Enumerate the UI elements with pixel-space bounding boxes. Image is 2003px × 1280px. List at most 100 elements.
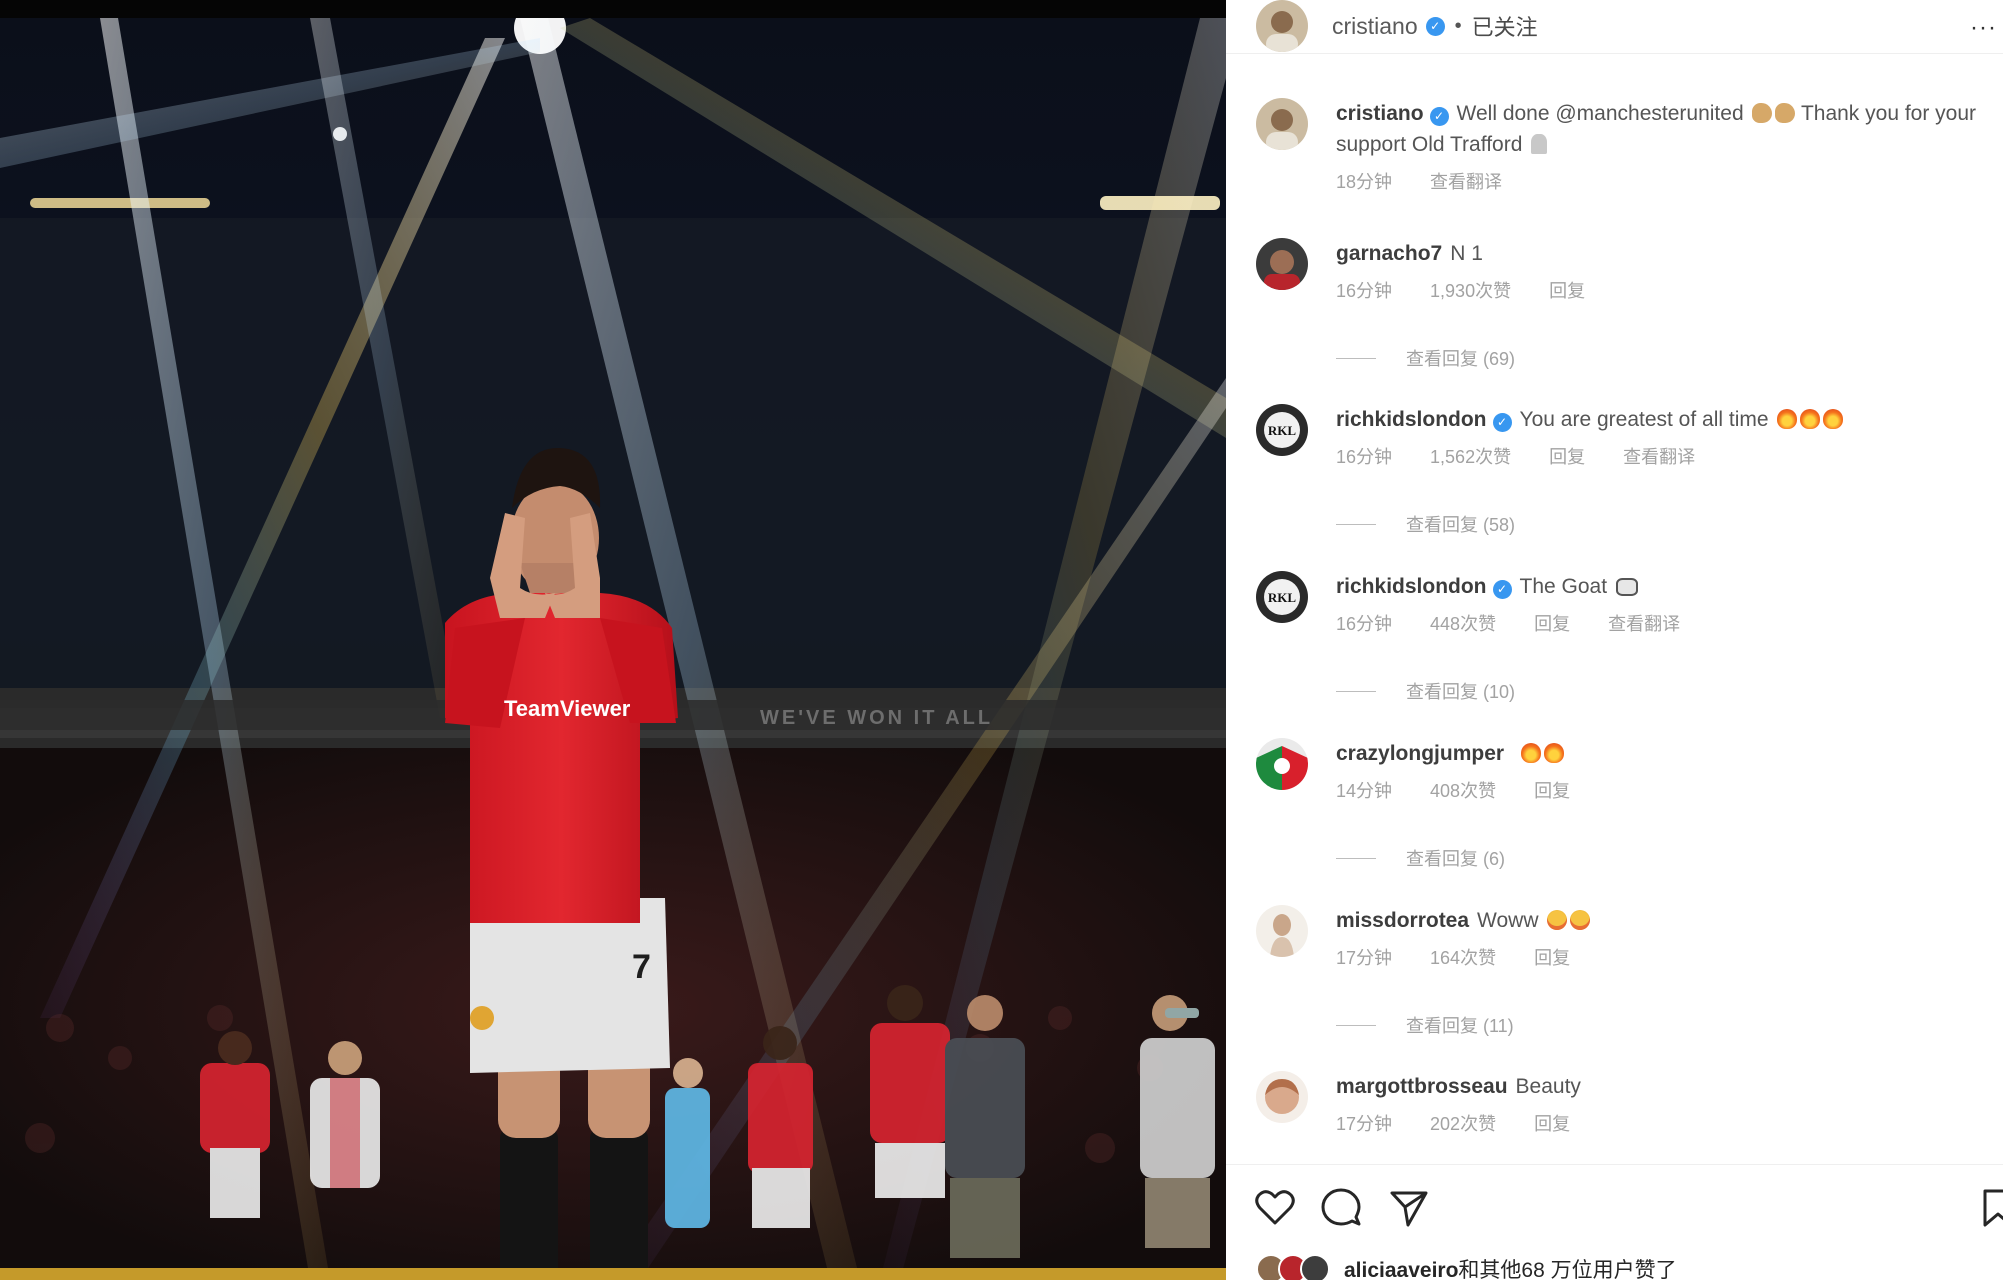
comment-username[interactable]: margottbrosseau xyxy=(1336,1075,1508,1098)
comment-likes[interactable]: 164次赞 xyxy=(1430,948,1496,968)
heart-icon[interactable] xyxy=(1254,1187,1296,1229)
follow-status-button[interactable]: 已关注 xyxy=(1472,10,1538,42)
svg-text:RKL: RKL xyxy=(1268,423,1297,438)
commenter-avatar[interactable] xyxy=(1256,1071,1308,1123)
author-name-row: cristiano ✓ • 已关注 xyxy=(1332,10,1538,42)
shirt-number-text: 7 xyxy=(632,948,651,986)
speech-bubble-icon[interactable] xyxy=(1320,1187,1362,1229)
fire-emoji-icon xyxy=(1543,743,1564,763)
comment-username[interactable]: cristiano xyxy=(1336,102,1424,125)
comment-time: 14分钟 xyxy=(1336,781,1393,801)
comment-text-block: richkidslondon ✓ The Goat xyxy=(1336,571,1996,602)
comment-text: Beauty xyxy=(1515,1075,1581,1098)
liked-by-username[interactable]: aliciaaveiro xyxy=(1344,1259,1458,1280)
view-replies-button[interactable]: 查看回复 (10) xyxy=(1336,678,1515,704)
comment-text-block: margottbrosseau Beauty xyxy=(1336,1071,1996,1102)
view-replies-button[interactable]: 查看回复 (11) xyxy=(1336,1012,1514,1038)
comment-username[interactable]: richkidslondon xyxy=(1336,575,1487,598)
comment-text: N 1 xyxy=(1450,242,1483,265)
photo-top-edge xyxy=(0,0,1226,18)
view-replies-button[interactable]: 查看回复 (58) xyxy=(1336,511,1515,537)
reply-button[interactable]: 回复 xyxy=(1534,781,1570,801)
reply-button[interactable]: 回复 xyxy=(1534,948,1570,968)
reply-button[interactable]: 回复 xyxy=(1534,614,1570,634)
liked-by-row[interactable]: aliciaaveiro和其他68 万位用户赞了 xyxy=(1256,1254,1677,1280)
comment-likes[interactable]: 202次赞 xyxy=(1430,1114,1496,1134)
comment-time: 17分钟 xyxy=(1336,1114,1393,1134)
comment-username[interactable]: garnacho7 xyxy=(1336,242,1442,265)
comment-text: Well done @manchesterunited xyxy=(1456,102,1744,125)
heart-eyes-emoji-icon xyxy=(1547,910,1568,930)
comment-meta: 17分钟 164次赞 回复 xyxy=(1336,944,1996,970)
more-options-icon[interactable]: ··· xyxy=(1970,14,1997,42)
fire-emoji-icon xyxy=(1520,743,1541,763)
comments-panel: cristiano ✓ • 已关注 ··· cristiano ✓ Well don… xyxy=(1226,0,2003,1280)
comment-meta: 14分钟 408次赞 回复 xyxy=(1336,777,1996,803)
post-photo[interactable]: WE'VE WON IT ALL TeamViewer 7 xyxy=(0,0,1226,1280)
comment-meta: 16分钟 448次赞 回复 查看翻译 xyxy=(1336,610,1996,636)
comment-likes[interactable]: 1,930次赞 xyxy=(1430,281,1511,301)
folded-hands-emoji-icon xyxy=(1531,134,1548,154)
replies-divider-line xyxy=(1336,523,1376,525)
comment-body: cristiano ✓ Well done @manchesterunited Th… xyxy=(1336,98,1996,194)
fire-emoji-icon xyxy=(1800,409,1821,429)
replies-divider-line xyxy=(1336,857,1376,859)
author-avatar[interactable] xyxy=(1256,0,1308,52)
stand-banner-text: WE'VE WON IT ALL xyxy=(760,707,993,729)
comment-meta: 16分钟 1,562次赞 回复 查看翻译 xyxy=(1336,443,1996,469)
post-header: cristiano ✓ • 已关注 ··· xyxy=(1226,0,2003,54)
replies-divider-line xyxy=(1336,690,1376,692)
comment-likes[interactable]: 448次赞 xyxy=(1430,614,1496,634)
comment-body: richkidslondon ✓ You are greatest of all t… xyxy=(1336,404,1996,469)
separator-dot: • xyxy=(1454,14,1462,37)
verified-badge-icon: ✓ xyxy=(1492,413,1512,432)
paper-plane-icon[interactable] xyxy=(1388,1187,1430,1229)
commenter-avatar[interactable] xyxy=(1256,238,1308,290)
view-replies-label: 查看回复 (10) xyxy=(1406,682,1516,702)
comment-meta: 16分钟 1,930次赞 回复 xyxy=(1336,277,1996,303)
comment-time: 16分钟 xyxy=(1336,281,1393,301)
commenter-avatar[interactable] xyxy=(1256,905,1308,957)
reply-button[interactable]: 回复 xyxy=(1534,1114,1570,1134)
goat-emoji-icon xyxy=(1615,578,1638,596)
comment-username[interactable]: crazylongjumper xyxy=(1336,742,1504,765)
comment-likes[interactable]: 408次赞 xyxy=(1430,781,1496,801)
replies-divider-line xyxy=(1336,1024,1376,1026)
comment-text: You are greatest of all time xyxy=(1519,408,1769,431)
reply-button[interactable]: 回复 xyxy=(1549,281,1585,301)
fire-emoji-icon xyxy=(1777,409,1798,429)
commenter-avatar[interactable]: RKL xyxy=(1256,571,1308,623)
liked-by-count-text: 和其他68 万位用户赞了 xyxy=(1458,1259,1677,1280)
liked-by-text: aliciaaveiro和其他68 万位用户赞了 xyxy=(1344,1254,1677,1280)
author-username[interactable]: cristiano xyxy=(1332,13,1418,40)
comment-body: missdorrotea Woww 17分钟 164次赞 回复 xyxy=(1336,905,1996,970)
comment-text-block: richkidslondon ✓ You are greatest of all t… xyxy=(1336,404,1996,435)
commenter-avatar[interactable] xyxy=(1256,738,1308,790)
verified-badge-icon: ✓ xyxy=(1425,16,1445,36)
comment-username[interactable]: missdorrotea xyxy=(1336,909,1469,932)
bookmark-icon[interactable] xyxy=(1977,1187,2003,1229)
commenter-avatar[interactable] xyxy=(1256,98,1308,150)
view-replies-button[interactable]: 查看回复 (6) xyxy=(1336,845,1505,871)
comment-username[interactable]: richkidslondon xyxy=(1336,408,1487,431)
comment-text: Woww xyxy=(1477,909,1539,932)
comment-text-block: crazylongjumper xyxy=(1336,738,1996,769)
translate-link[interactable]: 查看翻译 xyxy=(1623,447,1695,467)
flexed-biceps-emoji-icon xyxy=(1775,103,1796,123)
translate-link[interactable]: 查看翻译 xyxy=(1430,172,1502,192)
liker-avatar xyxy=(1300,1254,1330,1280)
comment-likes[interactable]: 1,562次赞 xyxy=(1430,447,1511,467)
comment-body: crazylongjumper 14分钟 408次赞 回复 xyxy=(1336,738,1996,803)
comment-meta: 17分钟 202次赞 回复 xyxy=(1336,1110,1996,1136)
svg-text:RKL: RKL xyxy=(1268,590,1297,605)
comment-text-block: garnacho7 N 1 xyxy=(1336,238,1996,269)
view-replies-label: 查看回复 (58) xyxy=(1406,515,1516,535)
verified-badge-icon: ✓ xyxy=(1492,580,1512,599)
comment-time: 17分钟 xyxy=(1336,948,1393,968)
instagram-post-view: WE'VE WON IT ALL TeamViewer 7 cristiano … xyxy=(0,0,2003,1280)
commenter-avatar[interactable]: RKL xyxy=(1256,404,1308,456)
view-replies-button[interactable]: 查看回复 (69) xyxy=(1336,345,1515,371)
translate-link[interactable]: 查看翻译 xyxy=(1608,614,1680,634)
replies-divider-line xyxy=(1336,357,1376,359)
reply-button[interactable]: 回复 xyxy=(1549,447,1585,467)
